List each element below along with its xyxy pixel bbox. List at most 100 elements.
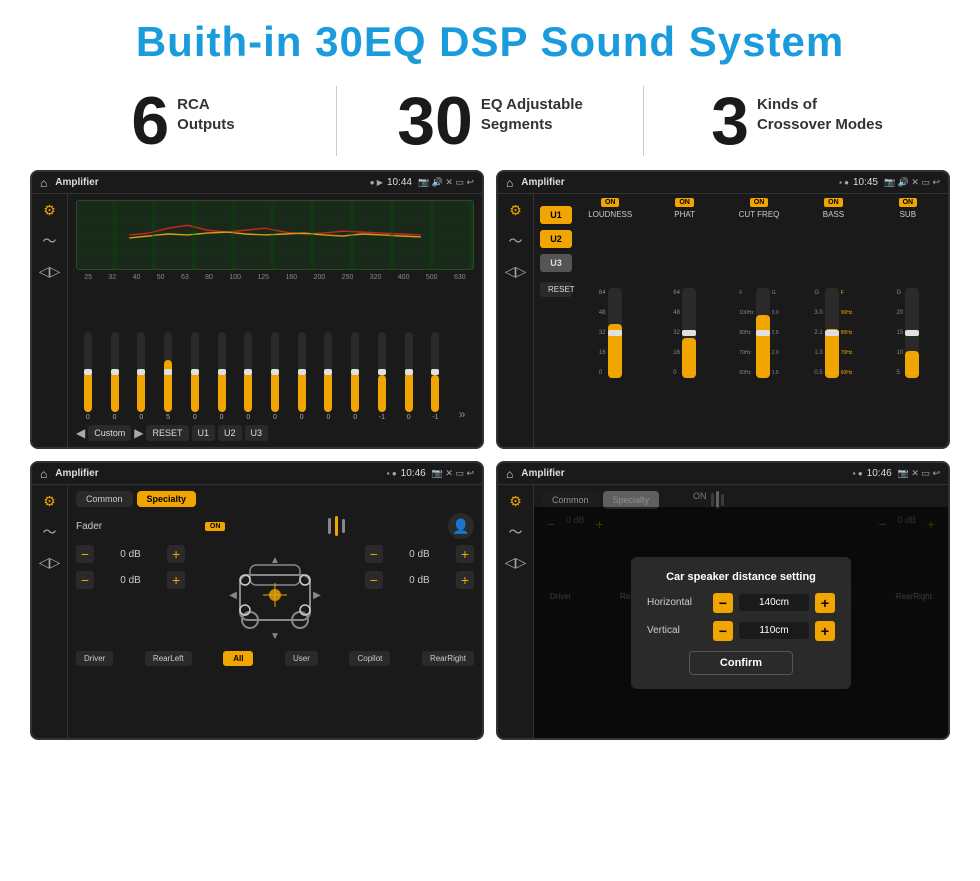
eq-slider-13[interactable]: -1: [424, 332, 448, 421]
eq-slider-6[interactable]: 0: [236, 332, 260, 421]
fader-icon-1[interactable]: ⚙: [43, 493, 56, 510]
eq-prev-btn[interactable]: ◀: [76, 426, 85, 440]
fader-vol2-minus[interactable]: −: [76, 571, 94, 589]
eq-slider-3[interactable]: 5: [156, 332, 180, 421]
fader-all-btn[interactable]: All: [223, 651, 253, 666]
cutfreq-fader[interactable]: [756, 288, 770, 378]
eq-slider-11[interactable]: -1: [370, 332, 394, 421]
stat-crossover: 3 Kinds ofCrossover Modes: [674, 87, 920, 155]
fader-vol4-plus[interactable]: +: [456, 571, 474, 589]
eq-u1-btn[interactable]: U1: [192, 425, 216, 441]
eq-slider-5[interactable]: 0: [210, 332, 234, 421]
eq-status-icons: 📷 🔊 ✕ ▭ ↩: [418, 177, 474, 188]
phat-fader[interactable]: [682, 288, 696, 378]
dialog-horizontal-minus[interactable]: −: [713, 593, 733, 613]
eq-custom-btn[interactable]: Custom: [88, 425, 131, 441]
fader-user-btn[interactable]: User: [285, 651, 318, 666]
eq-icon-3[interactable]: ◁▷: [39, 263, 61, 280]
fader-rearleft-btn[interactable]: RearLeft: [145, 651, 192, 666]
bass-on-badge: ON: [824, 198, 843, 207]
phat-fader-area: 644832160: [673, 223, 696, 443]
sub-label: SUB: [900, 210, 916, 219]
eq-next-btn[interactable]: ▶: [134, 426, 143, 440]
eq-icon-2[interactable]: 〜: [43, 231, 57, 251]
eq-graph: [76, 200, 474, 270]
amp-home-icon[interactable]: ⌂: [506, 176, 513, 190]
fader-vol1-minus[interactable]: −: [76, 545, 94, 563]
phat-label: PHAT: [674, 210, 695, 219]
sub-fader[interactable]: [905, 288, 919, 378]
eq-slider-4[interactable]: 0: [183, 332, 207, 421]
fader-vol-row-2: − 0 dB +: [76, 571, 185, 589]
fader-vol3-plus[interactable]: +: [456, 545, 474, 563]
fader-bottom-btns: Driver RearLeft All User Copilot RearRig…: [76, 651, 474, 666]
fader-vol2-plus[interactable]: +: [167, 571, 185, 589]
dialog-icon-3[interactable]: ◁▷: [505, 554, 527, 571]
eq-reset-btn[interactable]: RESET: [146, 425, 188, 441]
eq-u3-btn[interactable]: U3: [245, 425, 269, 441]
dialog-icon-1[interactable]: ⚙: [509, 493, 522, 510]
amp-u2-btn[interactable]: U2: [540, 230, 572, 248]
stat-crossover-number: 3: [711, 87, 749, 155]
amp-icon-3[interactable]: ◁▷: [505, 263, 527, 280]
fader-home-icon[interactable]: ⌂: [40, 467, 47, 481]
fader-vol-row-4: − 0 dB +: [365, 571, 474, 589]
fader-vol3-val: 0 dB: [389, 549, 450, 560]
fader-vol1-val: 0 dB: [100, 549, 161, 560]
dialog-sidebar: ⚙ 〜 ◁▷: [498, 485, 534, 738]
eq-slider-12[interactable]: 0: [397, 332, 421, 421]
amp-u3-btn[interactable]: U3: [540, 254, 572, 272]
fader-vol4-val: 0 dB: [389, 575, 450, 586]
eq-u2-btn[interactable]: U2: [218, 425, 242, 441]
dialog-overlay: Car speaker distance setting Horizontal …: [534, 507, 948, 738]
eq-slider-9[interactable]: 0: [317, 332, 341, 421]
eq-slider-2[interactable]: 0: [129, 332, 153, 421]
dialog-dot-icons: ▪ ●: [853, 469, 863, 478]
fader-vol4-minus[interactable]: −: [365, 571, 383, 589]
eq-slider-0[interactable]: 0: [76, 332, 100, 421]
home-icon[interactable]: ⌂: [40, 176, 47, 190]
dialog-vertical-row: Vertical − 110cm +: [647, 621, 835, 641]
fader-screen-title: Amplifier: [55, 468, 387, 479]
fader-icon-3[interactable]: ◁▷: [39, 554, 61, 571]
fader-driver-btn[interactable]: Driver: [76, 651, 113, 666]
amp-u1-btn[interactable]: U1: [540, 206, 572, 224]
dialog-home-icon[interactable]: ⌂: [506, 467, 513, 481]
fader-rearright-btn[interactable]: RearRight: [422, 651, 474, 666]
dialog-horizontal-plus[interactable]: +: [815, 593, 835, 613]
dialog-vertical-plus[interactable]: +: [815, 621, 835, 641]
fader-copilot-btn[interactable]: Copilot: [349, 651, 390, 666]
stat-eq: 30 EQ AdjustableSegments: [367, 87, 613, 155]
eq-slider-7[interactable]: 0: [263, 332, 287, 421]
stat-divider-2: [643, 86, 644, 156]
amp-channel-phat: ON PHAT 644832160: [650, 198, 718, 443]
bass-fader[interactable]: [825, 288, 839, 378]
fader-tab-common[interactable]: Common: [76, 491, 133, 507]
screen-eq: ⌂ Amplifier ● ▶ 10:44 📷 🔊 ✕ ▭ ↩ ⚙ 〜 ◁▷: [30, 170, 484, 449]
bass-label: BASS: [823, 210, 844, 219]
amp-icon-1[interactable]: ⚙: [509, 202, 522, 219]
fader-sidebar: ⚙ 〜 ◁▷: [32, 485, 68, 738]
stat-crossover-label: Kinds ofCrossover Modes: [757, 87, 883, 134]
eq-icon-1[interactable]: ⚙: [43, 202, 56, 219]
fader-icon-2[interactable]: 〜: [43, 522, 57, 542]
amp-icon-2[interactable]: 〜: [509, 231, 523, 251]
sub-on-badge: ON: [899, 198, 918, 207]
eq-expand-btn[interactable]: »: [450, 407, 474, 421]
dialog-vertical-minus[interactable]: −: [713, 621, 733, 641]
eq-slider-8[interactable]: 0: [290, 332, 314, 421]
fader-vol1-plus[interactable]: +: [167, 545, 185, 563]
fader-vol3-minus[interactable]: −: [365, 545, 383, 563]
page-header: Buith-in 30EQ DSP Sound System: [0, 0, 980, 76]
loudness-fader[interactable]: [608, 288, 622, 378]
dialog-icon-2[interactable]: 〜: [509, 522, 523, 542]
eq-slider-1[interactable]: 0: [103, 332, 127, 421]
fader-label: Fader: [76, 521, 102, 532]
eq-grid: [77, 201, 473, 269]
fader-vol-row-1: − 0 dB +: [76, 545, 185, 563]
fader-right: − 0 dB + − 0 dB +: [365, 545, 474, 645]
confirm-button[interactable]: Confirm: [689, 651, 793, 675]
eq-slider-10[interactable]: 0: [343, 332, 367, 421]
amp-reset-btn[interactable]: RESET: [540, 282, 572, 297]
fader-tab-specialty[interactable]: Specialty: [137, 491, 197, 507]
